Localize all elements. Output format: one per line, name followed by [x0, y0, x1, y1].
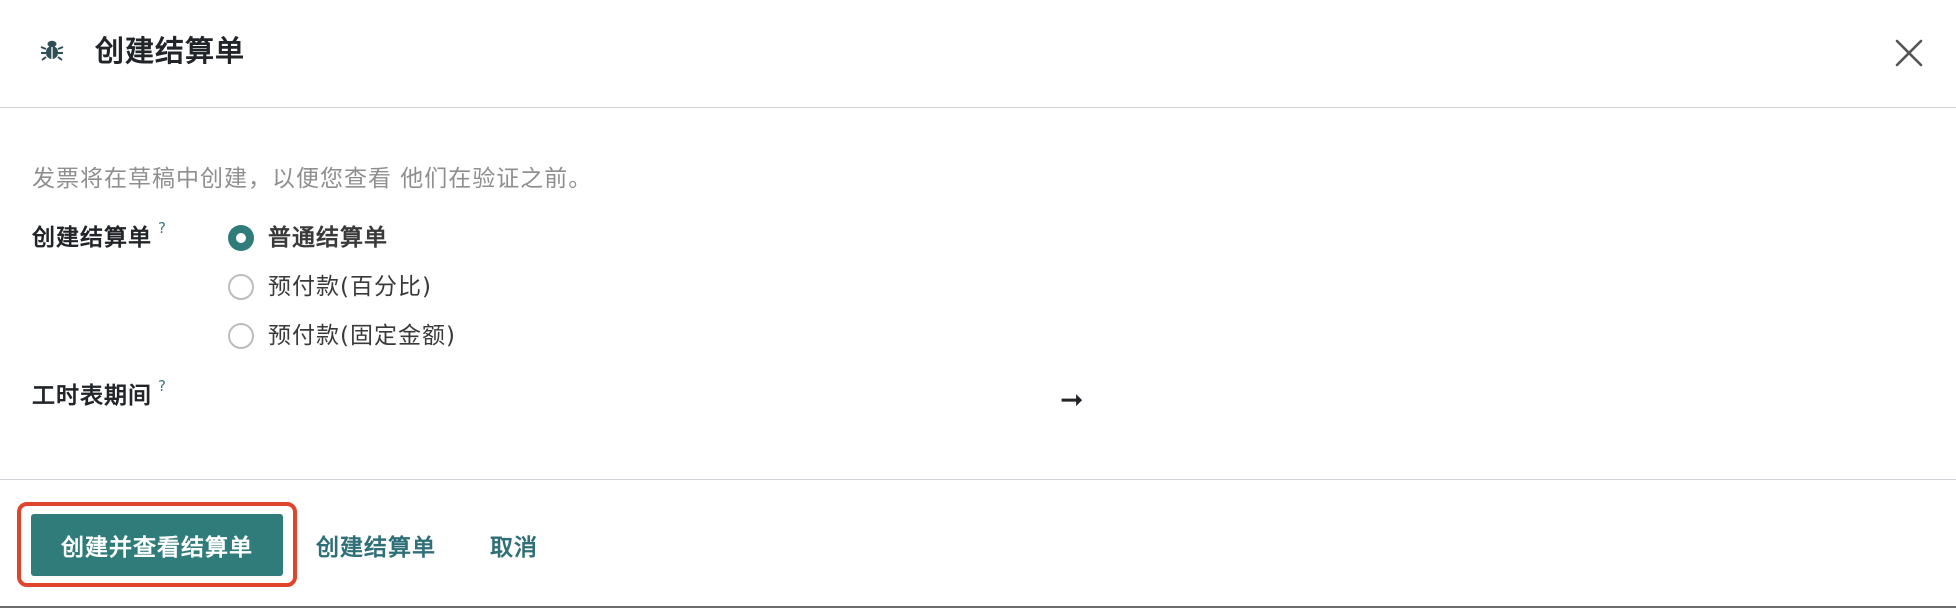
bug-icon: [40, 40, 64, 61]
dialog-body: 发票将在草稿中创建，以便您查看 他们在验证之前。 创建结算单? 普通结算单 预付…: [0, 109, 1956, 479]
cancel-button[interactable]: 取消: [484, 514, 544, 576]
radio-option-label: 普通结算单: [268, 225, 388, 251]
dialog-footer: 创建并查看结算单 创建结算单 取消: [0, 479, 1956, 608]
dialog-header: 创建结算单: [0, 0, 1956, 108]
invoice-type-label: 创建结算单?: [32, 219, 167, 257]
create-invoice-dialog: 创建结算单 发票将在草稿中创建，以便您查看 他们在验证之前。 创建结算单? 普通…: [0, 0, 1956, 608]
create-invoice-button[interactable]: 创建结算单: [306, 514, 446, 576]
close-icon[interactable]: [1892, 36, 1926, 70]
create-and-view-invoice-button[interactable]: 创建并查看结算单: [31, 514, 283, 576]
radio-option-down-payment-fixed[interactable]: 预付款(固定金额): [228, 319, 456, 353]
radio-option-regular[interactable]: 普通结算单: [228, 221, 388, 255]
timesheet-period-label-text: 工时表期间: [32, 383, 152, 409]
draft-note: 发票将在草稿中创建，以便您查看 他们在验证之前。: [32, 166, 593, 192]
radio-option-label: 预付款(百分比): [268, 274, 432, 300]
invoice-type-label-text: 创建结算单: [32, 225, 152, 251]
radio-option-label: 预付款(固定金额): [268, 323, 456, 349]
dialog-title: 创建结算单: [95, 34, 246, 68]
radio-option-down-payment-percentage[interactable]: 预付款(百分比): [228, 270, 432, 304]
radio-checked-icon[interactable]: [228, 225, 254, 251]
arrow-right-icon: ➞: [1060, 383, 1084, 416]
radio-unchecked-icon[interactable]: [228, 274, 254, 300]
help-tooltip-icon[interactable]: ?: [158, 377, 167, 395]
timesheet-period-label: 工时表期间?: [32, 377, 167, 415]
help-tooltip-icon[interactable]: ?: [158, 219, 167, 237]
radio-unchecked-icon[interactable]: [228, 323, 254, 349]
